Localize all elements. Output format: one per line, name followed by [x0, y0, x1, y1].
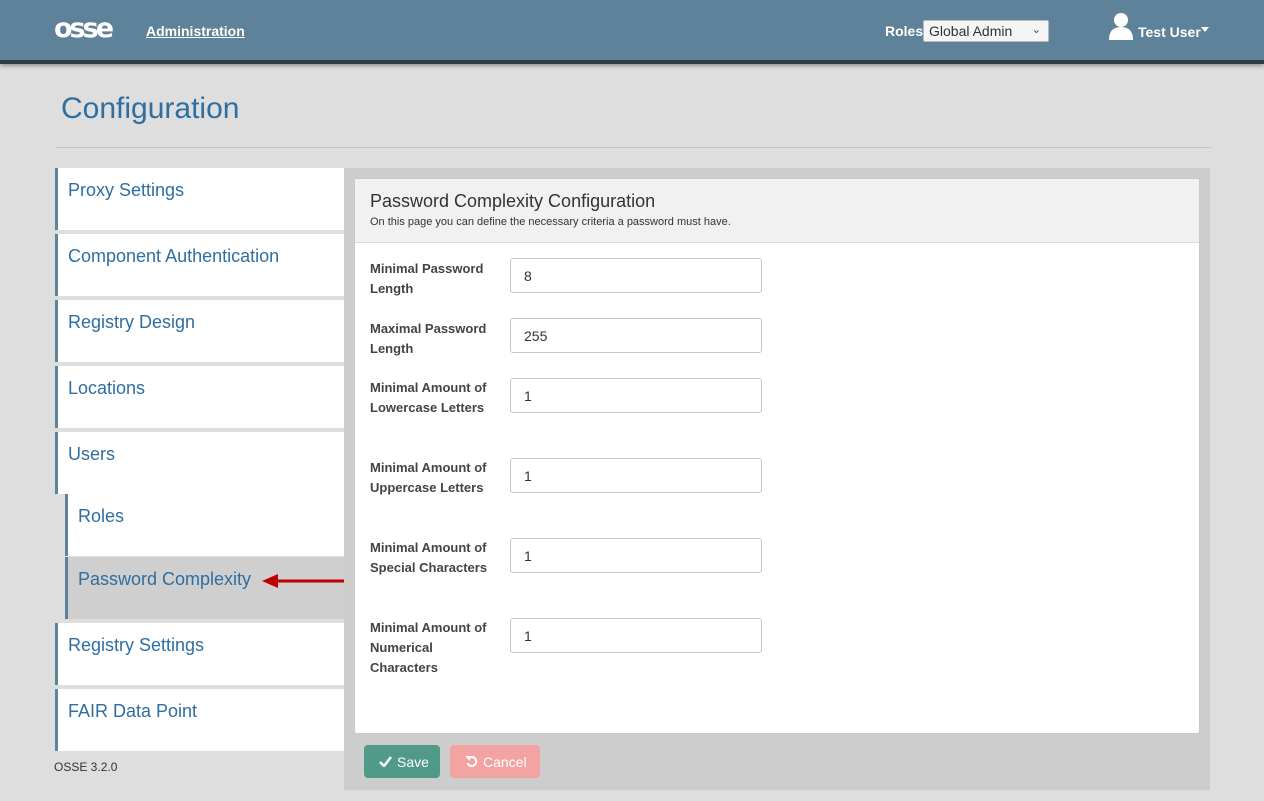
sidebar-item-locations[interactable]: Locations: [55, 366, 344, 428]
card-header: Password Complexity Configuration On thi…: [355, 179, 1199, 243]
save-button[interactable]: Save: [364, 745, 440, 778]
card-title: Password Complexity Configuration: [370, 191, 656, 211]
cancel-button[interactable]: Cancel: [450, 745, 540, 778]
roles-selected-value: Global Admin: [929, 23, 1013, 39]
user-icon[interactable]: [1108, 12, 1134, 40]
version-label: OSSE 3.2.0: [54, 760, 118, 774]
sidebar-item-proxy-settings[interactable]: Proxy Settings: [55, 168, 344, 230]
min-password-length-input[interactable]: [510, 258, 762, 293]
title-divider: [55, 147, 1211, 148]
sidebar-item-label: Users: [68, 444, 116, 464]
chevron-down-icon: ⌄: [1031, 24, 1041, 36]
sidebar-item-registry-design[interactable]: Registry Design: [55, 300, 344, 362]
min-special-label: Minimal Amount of Special Characters: [370, 540, 488, 575]
sidebar-item-registry-settings[interactable]: Registry Settings: [55, 623, 344, 685]
sidebar-item-roles[interactable]: Roles: [65, 494, 344, 556]
sidebar-item-fair-data-point[interactable]: FAIR Data Point: [55, 689, 344, 751]
sidebar-item-label: Locations: [68, 378, 146, 398]
sidebar-item-label: Registry Design: [68, 312, 196, 332]
password-complexity-card: Password Complexity Configuration On thi…: [354, 178, 1200, 734]
sidebar-item-label: Proxy Settings: [68, 180, 185, 200]
sidebar-item-label: Password Complexity: [78, 569, 252, 589]
sidebar-item-label: FAIR Data Point: [68, 701, 198, 721]
top-navbar: osse Administration Roles Global Admin ⌄…: [0, 0, 1264, 64]
arrow-left-annotation: [262, 574, 351, 588]
sidebar-item-label: Roles: [78, 506, 125, 526]
min-special-input[interactable]: [510, 538, 762, 573]
max-password-length-label: Maximal Password Length: [370, 321, 487, 356]
checkmark-icon: [379, 756, 392, 767]
max-password-length-input[interactable]: [510, 318, 762, 353]
cancel-button-label: Cancel: [483, 753, 527, 770]
save-button-label: Save: [397, 753, 429, 770]
sidebar-item-component-authentication[interactable]: Component Authentication: [55, 234, 344, 296]
undo-icon: [465, 756, 478, 767]
sidebar-item-label: Registry Settings: [68, 635, 205, 655]
caret-down-icon[interactable]: [1201, 27, 1209, 32]
min-uppercase-input[interactable]: [510, 458, 762, 493]
min-numerical-label: Minimal Amount of Numerical Characters: [370, 620, 487, 675]
sidebar-item-label: Component Authentication: [68, 246, 280, 266]
min-uppercase-label: Minimal Amount of Uppercase Letters: [370, 460, 487, 495]
user-menu[interactable]: Test User: [1138, 24, 1201, 40]
roles-label: Roles: [885, 23, 924, 39]
min-password-length-label: Minimal Password Length: [370, 261, 484, 296]
administration-link[interactable]: Administration: [146, 23, 245, 39]
sidebar-item-users[interactable]: Users: [55, 432, 344, 494]
page-title: Configuration: [61, 92, 240, 125]
min-lowercase-input[interactable]: [510, 378, 762, 413]
min-numerical-input[interactable]: [510, 618, 762, 653]
card-subtitle: On this page you can define the necessar…: [370, 216, 731, 228]
osse-logo[interactable]: osse: [54, 14, 114, 44]
roles-select[interactable]: Global Admin ⌄: [923, 20, 1049, 42]
min-lowercase-label: Minimal Amount of Lowercase Letters: [370, 380, 487, 415]
